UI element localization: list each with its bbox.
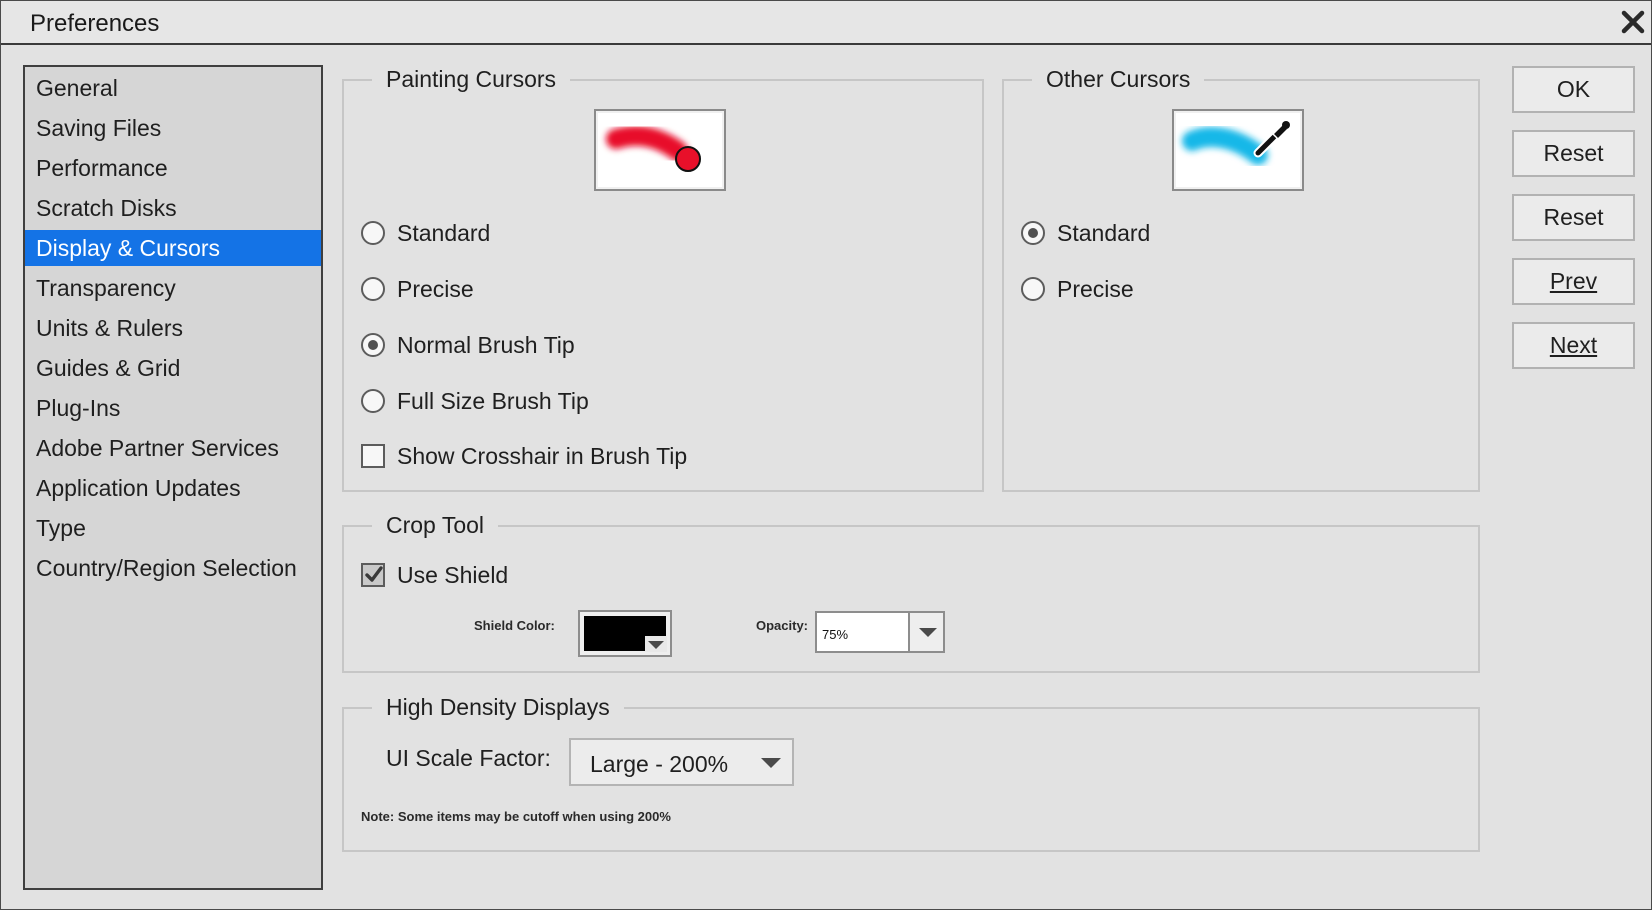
use-shield-checkbox[interactable] bbox=[361, 563, 385, 587]
crop-tool-title: Crop Tool bbox=[372, 512, 499, 539]
use-shield-label: Use Shield bbox=[397, 561, 509, 588]
reset-button-2[interactable]: Reset bbox=[1512, 194, 1635, 241]
painting-full-tip-label: Full Size Brush Tip bbox=[397, 387, 589, 414]
painting-precise-radio[interactable] bbox=[361, 277, 385, 301]
show-crosshair-checkbox[interactable] bbox=[361, 444, 385, 468]
other-precise-option[interactable]: Precise bbox=[1021, 272, 1134, 306]
reset-button[interactable]: Reset bbox=[1512, 130, 1635, 177]
opacity-label: Opacity: bbox=[756, 618, 809, 633]
painting-full-tip-radio[interactable] bbox=[361, 389, 385, 413]
sidebar-item-general[interactable]: General bbox=[25, 70, 321, 106]
scale-note: Note: Some items may be cutoff when usin… bbox=[361, 809, 671, 824]
painting-normal-tip-label: Normal Brush Tip bbox=[397, 331, 575, 358]
ui-scale-select[interactable]: Large - 200% bbox=[569, 738, 794, 786]
shield-color-picker[interactable] bbox=[578, 610, 672, 657]
sidebar-item-scratch-disks[interactable]: Scratch Disks bbox=[25, 190, 321, 226]
high-density-group: High Density Displays bbox=[342, 694, 1480, 852]
sidebar-item-saving-files[interactable]: Saving Files bbox=[25, 110, 321, 146]
other-standard-radio[interactable] bbox=[1021, 221, 1045, 245]
sidebar-item-guides-grid[interactable]: Guides & Grid bbox=[25, 350, 321, 386]
sidebar-item-country-region[interactable]: Country/Region Selection bbox=[25, 550, 321, 586]
sidebar-item-adobe-partner-services[interactable]: Adobe Partner Services bbox=[25, 430, 321, 466]
chevron-down-icon bbox=[761, 758, 781, 768]
other-standard-option[interactable]: Standard bbox=[1021, 216, 1150, 250]
painting-precise-option[interactable]: Precise bbox=[361, 272, 474, 306]
ui-scale-value: Large - 200% bbox=[590, 751, 729, 777]
eyedropper-icon bbox=[1253, 121, 1290, 158]
chevron-down-icon bbox=[919, 628, 937, 637]
painting-full-tip-option[interactable]: Full Size Brush Tip bbox=[361, 384, 589, 418]
painting-cursor-preview bbox=[594, 109, 726, 191]
painting-standard-radio[interactable] bbox=[361, 221, 385, 245]
dialog-title: Preferences bbox=[30, 10, 160, 37]
other-standard-label: Standard bbox=[1057, 219, 1151, 246]
painting-normal-tip-option[interactable]: Normal Brush Tip bbox=[361, 328, 575, 362]
painting-precise-label: Precise bbox=[397, 275, 474, 302]
shield-color-label: Shield Color: bbox=[474, 618, 555, 633]
ui-scale-label: UI Scale Factor: bbox=[386, 745, 551, 771]
close-x-icon bbox=[1621, 10, 1645, 34]
sidebar-item-transparency[interactable]: Transparency bbox=[25, 270, 321, 306]
close-button[interactable] bbox=[1615, 5, 1651, 39]
other-precise-radio[interactable] bbox=[1021, 277, 1045, 301]
painting-normal-tip-radio[interactable] bbox=[361, 333, 385, 357]
prev-button[interactable]: Prev bbox=[1512, 258, 1635, 305]
checkmark-icon bbox=[365, 566, 383, 582]
painting-standard-option[interactable]: Standard bbox=[361, 216, 490, 250]
chevron-down-icon bbox=[645, 636, 667, 652]
high-density-title: High Density Displays bbox=[372, 694, 624, 721]
preferences-dialog: Preferences General Saving Files Perform… bbox=[0, 0, 1652, 910]
sidebar-item-units-rulers[interactable]: Units & Rulers bbox=[25, 310, 321, 346]
ok-button[interactable]: OK bbox=[1512, 66, 1635, 113]
opacity-dropdown-button[interactable] bbox=[908, 611, 945, 653]
sidebar-item-type[interactable]: Type bbox=[25, 510, 321, 546]
title-bar: Preferences bbox=[1, 1, 1651, 45]
sidebar-item-plug-ins[interactable]: Plug-Ins bbox=[25, 390, 321, 426]
painting-cursors-title: Painting Cursors bbox=[372, 66, 571, 93]
category-list: General Saving Files Performance Scratch… bbox=[23, 65, 323, 890]
show-crosshair-label: Show Crosshair in Brush Tip bbox=[397, 442, 688, 469]
use-shield-option[interactable]: Use Shield bbox=[361, 558, 508, 592]
next-button[interactable]: Next bbox=[1512, 322, 1635, 369]
painting-standard-label: Standard bbox=[397, 219, 491, 246]
other-cursor-preview bbox=[1172, 109, 1304, 191]
other-cursors-title: Other Cursors bbox=[1032, 66, 1205, 93]
other-precise-label: Precise bbox=[1057, 275, 1134, 302]
sidebar-item-display-cursors[interactable]: Display & Cursors bbox=[25, 230, 321, 266]
opacity-input[interactable] bbox=[815, 611, 910, 653]
show-crosshair-option[interactable]: Show Crosshair in Brush Tip bbox=[361, 439, 687, 473]
sidebar-item-application-updates[interactable]: Application Updates bbox=[25, 470, 321, 506]
sidebar-item-performance[interactable]: Performance bbox=[25, 150, 321, 186]
